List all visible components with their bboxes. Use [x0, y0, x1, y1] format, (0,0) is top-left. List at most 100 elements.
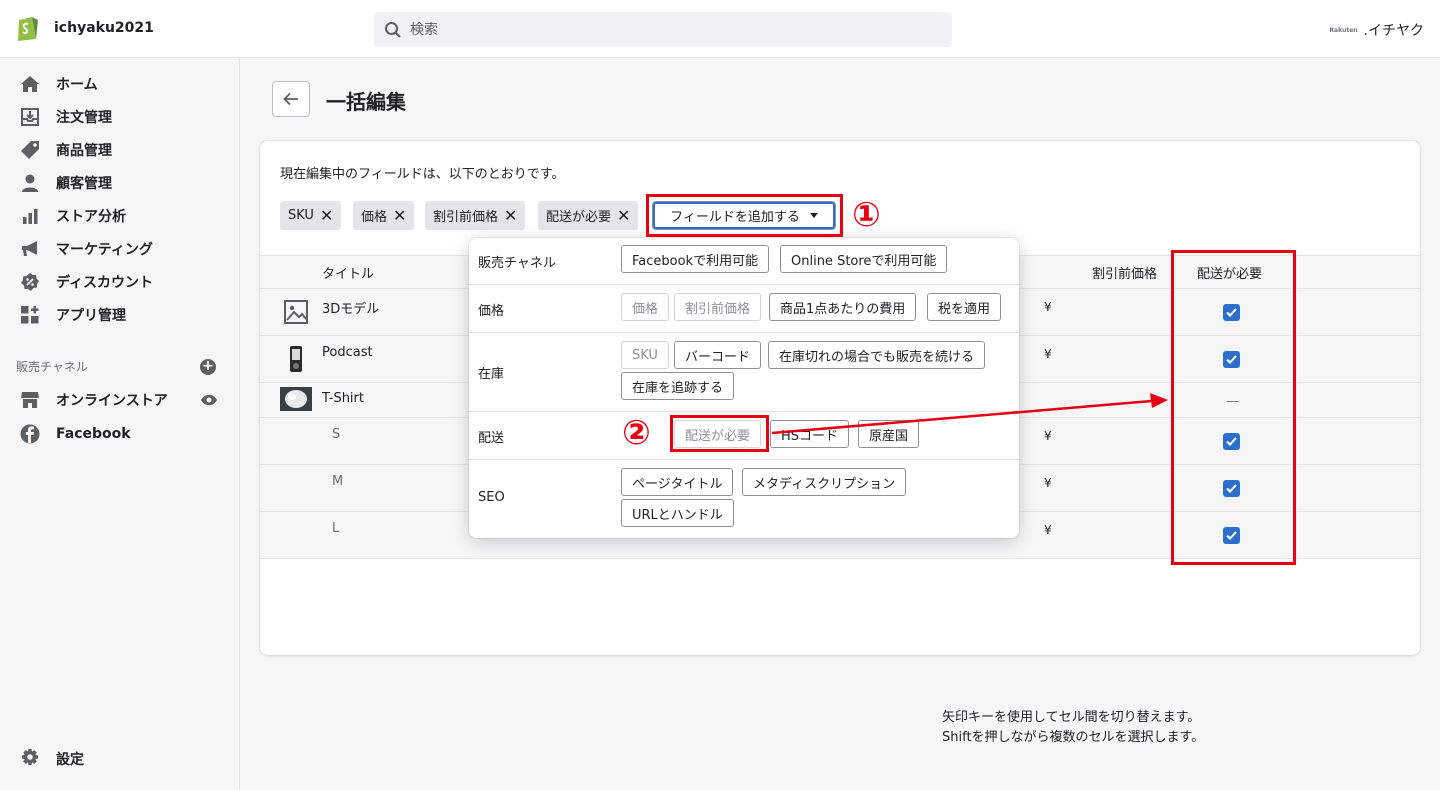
keyboard-hint-2: Shiftを押しながら複数のセルを選択します。 [942, 730, 1205, 745]
field-chip-requires-shipping: 配送が必要 ✕ [538, 201, 639, 230]
option-price: 価格 [621, 293, 670, 321]
facebook-icon [20, 424, 40, 444]
page-title: 一括編集 [326, 90, 406, 114]
option-country-of-origin[interactable]: 原産国 [858, 420, 920, 448]
settings-link[interactable]: 設定 [20, 747, 84, 771]
sidebar: ホーム 注文管理 商品管理 顧客管理 ストア分析 マーケティング ディスカウント… [0, 58, 240, 790]
column-header-title: タイトル [322, 267, 375, 282]
option-continue-selling[interactable]: 在庫切れの場合でも販売を続ける [768, 341, 986, 369]
sidebar-item-label: 注文管理 [56, 110, 112, 126]
image-placeholder-icon [284, 300, 308, 324]
apps-icon [20, 305, 40, 325]
add-channel-icon[interactable]: + [200, 359, 216, 375]
sidebar-item-home[interactable]: ホーム [20, 73, 98, 95]
table-row-title[interactable]: Podcast [322, 345, 373, 360]
annotation-box-add-field [646, 194, 843, 237]
dropdown-section-sales-channel: 販売チャネル [478, 256, 556, 271]
price-cell[interactable]: ¥ [1044, 523, 1052, 537]
sidebar-item-label: アプリ管理 [56, 308, 126, 324]
table-row-title[interactable]: 3Dモデル [322, 298, 379, 317]
sidebar-item-customers[interactable]: 顧客管理 [20, 172, 112, 194]
sales-channels-heading: 販売チャネル [16, 360, 88, 374]
sidebar-item-label: ディスカウント [56, 275, 154, 291]
rakuten-logo: Rakuten [1329, 26, 1358, 34]
sidebar-item-label: マーケティング [56, 242, 153, 258]
sidebar-item-label: 顧客管理 [56, 176, 112, 192]
search-input[interactable] [410, 12, 930, 47]
orders-icon [20, 107, 40, 127]
field-chip-sku: SKU ✕ [280, 201, 342, 230]
option-charge-tax[interactable]: 税を適用 [927, 293, 1002, 321]
table-row-title[interactable]: T-Shirt [322, 391, 364, 406]
sidebar-item-apps[interactable]: アプリ管理 [20, 304, 126, 326]
annotation-box-shipping-column [1171, 250, 1296, 565]
sidebar-item-online-store[interactable]: オンラインストア [20, 389, 168, 411]
dropdown-divider [469, 332, 1019, 333]
option-sku: SKU [621, 341, 669, 369]
option-meta-description[interactable]: メタディスクリプション [742, 468, 907, 496]
remove-chip-icon[interactable]: ✕ [504, 207, 517, 224]
search-bar[interactable] [374, 12, 952, 47]
chip-label: SKU [288, 208, 314, 223]
option-cost-per-item[interactable]: 商品1点あたりの費用 [769, 293, 917, 321]
annotation-step-1: ① [852, 195, 881, 235]
home-icon [20, 74, 40, 94]
option-url-handle[interactable]: URLとハンドル [621, 499, 734, 527]
sidebar-item-label: ストア分析 [56, 209, 126, 225]
store-name[interactable]: ichyaku2021 [54, 20, 154, 36]
add-field-dropdown: 販売チャネル Facebookで利用可能 Online Storeで利用可能 価… [469, 238, 1019, 538]
option-barcode[interactable]: バーコード [674, 341, 762, 369]
top-bar: ichyaku2021 Rakuten .イチヤク [0, 0, 1440, 58]
back-button[interactable] [272, 81, 310, 117]
analytics-icon [20, 206, 40, 226]
chip-label: 割引前価格 [433, 210, 499, 225]
chip-label: 価格 [361, 210, 388, 225]
dropdown-section-seo: SEO [478, 490, 505, 505]
price-cell[interactable]: ¥ [1044, 476, 1052, 490]
eye-icon[interactable] [200, 393, 218, 407]
dropdown-section-shipping: 配送 [478, 431, 505, 446]
table-row-variant[interactable]: S [332, 427, 340, 442]
sidebar-item-marketing[interactable]: マーケティング [20, 238, 153, 260]
podcast-thumbnail [290, 346, 302, 372]
store-icon [20, 390, 40, 410]
sidebar-item-label: Facebook [56, 426, 131, 442]
tshirt-thumbnail [280, 387, 312, 411]
dropdown-section-price: 価格 [478, 304, 505, 319]
dropdown-section-inventory: 在庫 [478, 367, 505, 382]
price-cell[interactable]: ¥ [1044, 429, 1052, 443]
dropdown-divider [469, 284, 1019, 285]
sidebar-item-discounts[interactable]: ディスカウント [20, 271, 153, 293]
remove-chip-icon[interactable]: ✕ [617, 207, 630, 224]
arrow-left-icon [283, 92, 298, 106]
option-online-store-available[interactable]: Online Storeで利用可能 [780, 245, 948, 273]
price-cell[interactable]: ¥ [1044, 300, 1052, 314]
table-row-variant[interactable]: L [332, 521, 339, 536]
sidebar-item-analytics[interactable]: ストア分析 [20, 205, 126, 227]
sidebar-item-label: ホーム [56, 77, 98, 93]
account-name: .イチヤク [1363, 23, 1424, 39]
sidebar-item-facebook[interactable]: Facebook [20, 423, 131, 445]
column-header-compare-price: 割引前価格 [1092, 267, 1158, 282]
gear-icon [20, 747, 40, 771]
price-cell[interactable]: ¥ [1044, 347, 1052, 361]
remove-chip-icon[interactable]: ✕ [320, 207, 333, 224]
option-page-title[interactable]: ページタイトル [621, 468, 734, 496]
sidebar-item-orders[interactable]: 注文管理 [20, 106, 112, 128]
keyboard-hint-1: 矢印キーを使用してセル間を切り替えます。 [942, 710, 1201, 725]
table-row-variant[interactable]: M [332, 474, 343, 489]
dropdown-divider [469, 411, 1019, 412]
sidebar-item-products[interactable]: 商品管理 [20, 139, 112, 161]
option-track-inventory[interactable]: 在庫を追跡する [621, 372, 735, 400]
field-chip-price: 価格 ✕ [353, 201, 415, 230]
option-facebook-available[interactable]: Facebookで利用可能 [621, 245, 770, 273]
account-menu[interactable]: Rakuten .イチヤク [1329, 20, 1424, 40]
chip-label: 配送が必要 [546, 210, 612, 225]
search-icon [385, 22, 401, 38]
remove-chip-icon[interactable]: ✕ [393, 207, 406, 224]
shopify-logo-icon[interactable] [15, 14, 39, 42]
option-hs-code[interactable]: HSコード [770, 420, 850, 448]
field-chip-compare-price: 割引前価格 ✕ [425, 201, 526, 230]
tag-icon [20, 140, 40, 160]
annotation-box-requires-shipping-option [670, 415, 769, 452]
